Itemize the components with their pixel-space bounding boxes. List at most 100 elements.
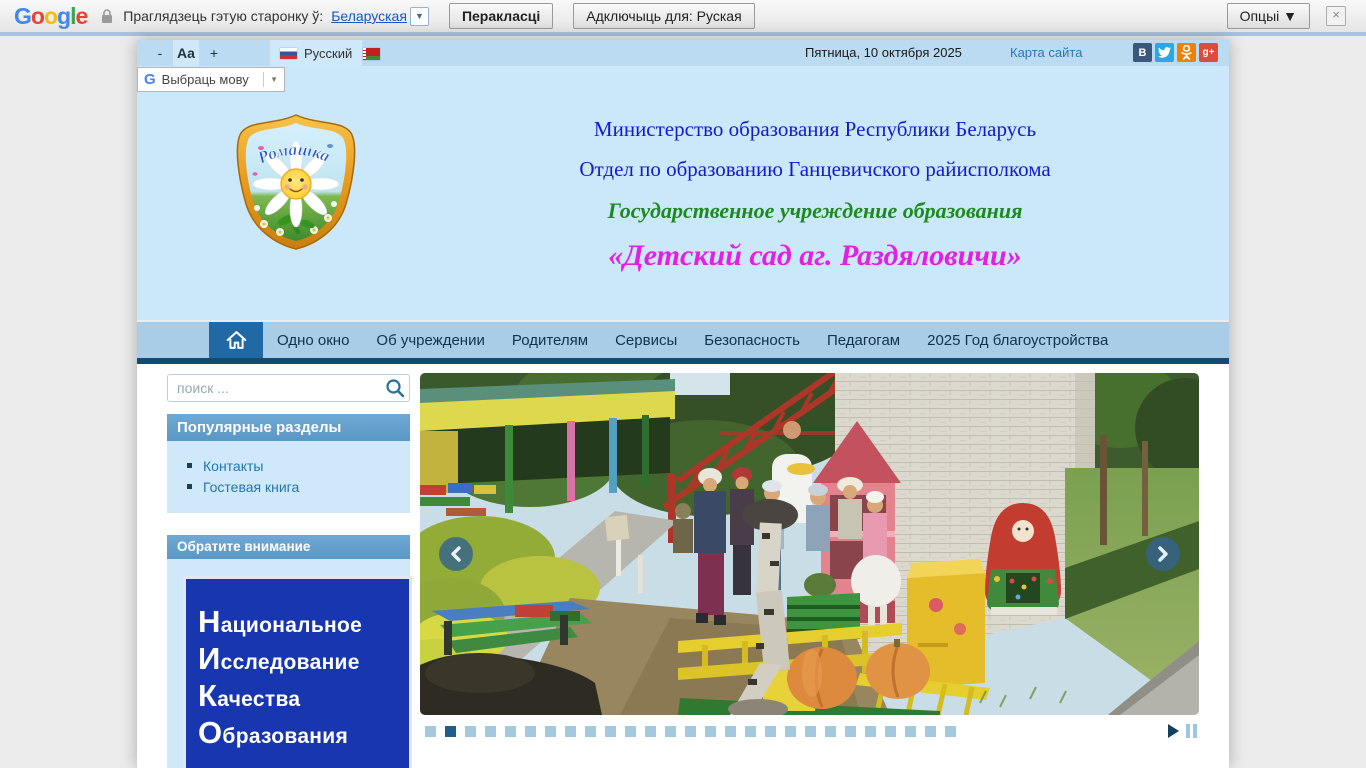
chevron-right-icon: [1158, 546, 1168, 562]
google-logo: Google: [14, 2, 88, 29]
slider-dot-5[interactable]: [505, 726, 516, 737]
nav-item-2025-god[interactable]: 2025 Год благоустройства: [927, 332, 1108, 349]
odnoklassniki-icon[interactable]: [1177, 43, 1196, 62]
popular-sections-title: Популярные разделы: [167, 414, 410, 441]
kindergarten-crest-logo: Ромашка: [236, 114, 356, 250]
slider-dot-13[interactable]: [665, 726, 676, 737]
slider-dot-11[interactable]: [625, 726, 636, 737]
slider-dot-4[interactable]: [485, 726, 496, 737]
language-select-widget[interactable]: G Выбраць мову ▼: [137, 67, 285, 92]
slider-dot-25[interactable]: [905, 726, 916, 737]
nav-items: Одно окно Об учреждении Родителям Сервис…: [277, 322, 1108, 358]
nav-item-pedagogam[interactable]: Педагогам: [827, 332, 900, 349]
slider-dot-23[interactable]: [865, 726, 876, 737]
slider-dot-3[interactable]: [465, 726, 476, 737]
slider-dot-9[interactable]: [585, 726, 596, 737]
department-title: Отдел по образованию Ганцевичского райис…: [579, 157, 1051, 181]
slider-dot-1[interactable]: [425, 726, 436, 737]
bullet-icon: [187, 463, 192, 468]
site-header: G Выбраць мову ▼ Ромашка Министерство об…: [137, 66, 1229, 320]
slider-dot-22[interactable]: [845, 726, 856, 737]
slider-dot-27[interactable]: [945, 726, 956, 737]
slider-dot-12[interactable]: [645, 726, 656, 737]
bullet-icon: [187, 484, 192, 489]
nav-item-ob-uchrezhdenii[interactable]: Об учреждении: [376, 332, 484, 349]
translate-prompt: Праглядзець гэтую старонку ў:: [123, 8, 324, 24]
link-contacts[interactable]: Контакты: [203, 458, 263, 474]
chevron-left-icon: [451, 546, 461, 562]
google-plus-icon[interactable]: g+: [1199, 43, 1218, 62]
slider-dot-14[interactable]: [685, 726, 696, 737]
slider-dot-26[interactable]: [925, 726, 936, 737]
slider-dot-24[interactable]: [885, 726, 896, 737]
search-widget: [167, 374, 410, 402]
banner-line: Образования: [198, 715, 349, 750]
slider-dot-18[interactable]: [765, 726, 776, 737]
language-widget-label: Выбраць мову: [161, 72, 249, 87]
vk-icon[interactable]: В: [1133, 43, 1152, 62]
nav-item-roditelyam[interactable]: Родителям: [512, 332, 588, 349]
list-item: Гостевая книга: [167, 476, 410, 497]
ministry-title: Министерство образования Республики Бела…: [593, 117, 1037, 141]
slider-dot-6[interactable]: [525, 726, 536, 737]
photo-slider: [420, 373, 1199, 715]
site-wrapper: - Aa + Русский Пятница, 10 октября 2025 …: [137, 40, 1229, 768]
language-russian-label: Русский: [304, 45, 353, 61]
translate-disable-button[interactable]: Адключыць для: Руская: [573, 3, 755, 29]
banner-line: Исследование: [198, 641, 360, 676]
institution-type-title: Государственное учреждение образования: [607, 198, 1023, 223]
sidebar: Популярные разделы Контакты Гостевая кни…: [167, 374, 412, 768]
search-input[interactable]: [167, 374, 410, 402]
translate-language-link[interactable]: Беларуская: [331, 8, 407, 24]
main-navigation: Одно окно Об учреждении Родителям Сервис…: [137, 322, 1229, 358]
translate-options-button[interactable]: Опцыі ▼: [1226, 3, 1310, 29]
language-russian[interactable]: Русский: [270, 40, 363, 66]
translate-language-select[interactable]: ▼: [409, 6, 429, 26]
banner-line: Национальное: [198, 604, 363, 639]
page: Google Праглядзець гэтую старонку ў: Бел…: [0, 0, 1366, 768]
slider-dot-20[interactable]: [805, 726, 816, 737]
niko-banner[interactable]: Национальное Исследование Качества Образ…: [183, 576, 412, 768]
slider-dot-10[interactable]: [605, 726, 616, 737]
slider-prev-button[interactable]: [439, 537, 473, 571]
font-reset-button[interactable]: Aa: [173, 40, 199, 66]
home-icon: [226, 331, 246, 349]
divider: [263, 72, 265, 87]
chevron-down-icon: ▼: [270, 75, 278, 84]
list-item: Контакты: [167, 455, 410, 476]
slider-dot-2[interactable]: [445, 726, 456, 737]
kindergarten-name-title: «Детский сад аг. Раздяловичи»: [608, 239, 1022, 272]
font-larger-button[interactable]: +: [207, 40, 221, 66]
twitter-icon[interactable]: [1155, 43, 1174, 62]
slider-dots: [425, 726, 956, 737]
sitemap-link[interactable]: Карта сайта: [1010, 45, 1082, 60]
google-g-icon: G: [144, 71, 156, 88]
play-icon[interactable]: [1167, 724, 1179, 738]
language-belarusian[interactable]: [363, 47, 380, 65]
nav-home-button[interactable]: [209, 322, 263, 358]
slider-dot-19[interactable]: [785, 726, 796, 737]
nav-item-odno-okno[interactable]: Одно окно: [277, 332, 349, 349]
nav-item-bezopasnost[interactable]: Безопасность: [704, 332, 800, 349]
close-icon[interactable]: ×: [1326, 6, 1346, 26]
slide-photo: [420, 373, 1199, 715]
popular-sections-body: Контакты Гостевая книга: [167, 441, 410, 513]
slider-dot-15[interactable]: [705, 726, 716, 737]
link-guestbook[interactable]: Гостевая книга: [203, 479, 299, 495]
attention-body: Национальное Исследование Качества Образ…: [167, 559, 412, 768]
translate-button[interactable]: Перакласці: [448, 3, 554, 29]
current-date: Пятница, 10 октября 2025: [805, 45, 962, 60]
search-icon[interactable]: [384, 377, 406, 399]
slider-dot-21[interactable]: [825, 726, 836, 737]
slider-dot-7[interactable]: [545, 726, 556, 737]
utility-bar: - Aa + Русский Пятница, 10 октября 2025 …: [137, 40, 1229, 66]
slider-dot-17[interactable]: [745, 726, 756, 737]
font-smaller-button[interactable]: -: [153, 40, 167, 66]
slider-next-button[interactable]: [1146, 537, 1180, 571]
nav-item-servisy[interactable]: Сервисы: [615, 332, 677, 349]
slider-dot-16[interactable]: [725, 726, 736, 737]
attention-box: Обратите внимание Национальное Исследова…: [167, 535, 412, 768]
banner-line: Качества: [198, 678, 301, 713]
slider-dot-8[interactable]: [565, 726, 576, 737]
pause-icon[interactable]: [1186, 724, 1197, 738]
